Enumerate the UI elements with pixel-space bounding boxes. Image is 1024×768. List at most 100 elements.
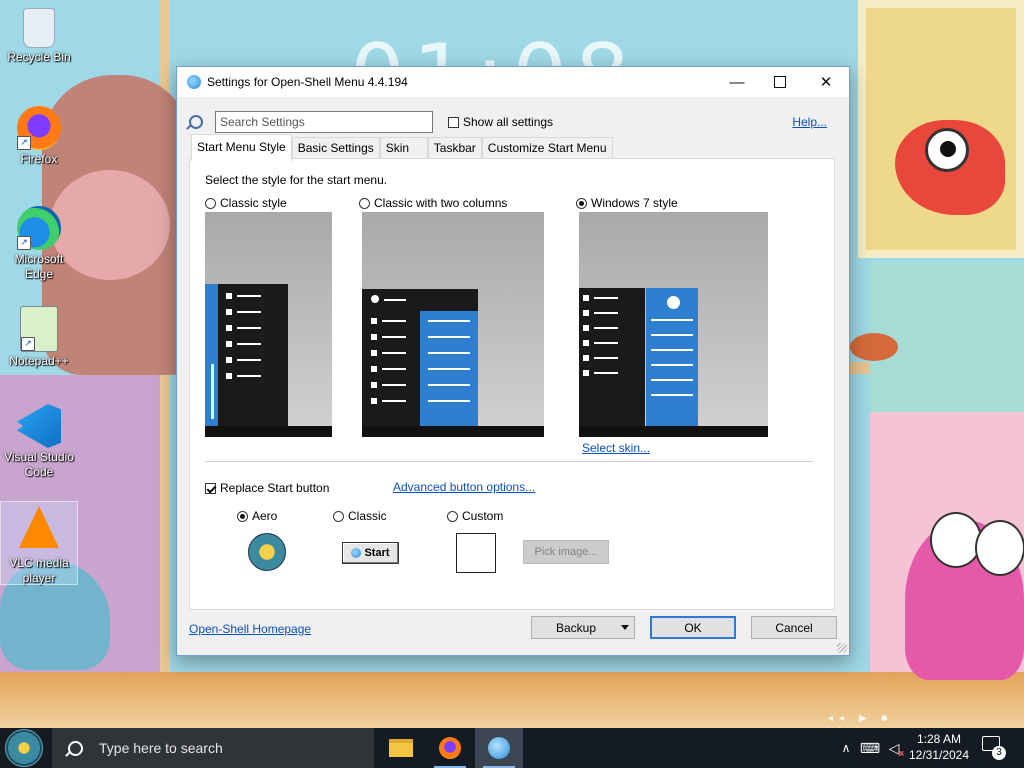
classic-radio[interactable] [333, 511, 344, 523]
preview-item-line [382, 368, 406, 370]
preview-item-line [594, 342, 618, 344]
clock-date: 12/31/2024 [908, 748, 970, 762]
recycle-bin-icon [23, 8, 55, 48]
style-option-label: Classic with two columns [374, 196, 508, 210]
preview-taskbar [579, 426, 768, 437]
desktop-icon-vscode[interactable]: Visual Studio Code [1, 404, 77, 480]
button-style-aero[interactable]: Aero [237, 509, 277, 523]
help-link[interactable]: Help... [792, 115, 827, 129]
close-button[interactable]: ✕ [803, 67, 849, 97]
search-icon [189, 115, 203, 129]
select-skin-link[interactable]: Select skin... [582, 441, 650, 455]
minimize-button[interactable]: — [714, 67, 760, 97]
start-button[interactable] [5, 729, 43, 767]
show-all-settings[interactable]: Show all settings [448, 115, 553, 129]
title-bar[interactable]: Settings for Open-Shell Menu 4.4.194 — ✕ [177, 67, 849, 97]
ok-button[interactable]: OK [650, 616, 736, 639]
aero-start-orb-preview [248, 533, 286, 571]
taskbar-app-open-shell[interactable] [475, 728, 523, 768]
preview-item-icon [226, 309, 232, 315]
shortcut-arrow-icon: ↗ [17, 136, 31, 150]
chevron-down-icon [621, 625, 629, 630]
taskbar-search-placeholder: Type here to search [99, 740, 223, 756]
preview-item-line [428, 352, 470, 354]
notification-count: 3 [992, 746, 1006, 760]
taskbar-app-firefox[interactable] [426, 728, 474, 768]
taskbar-clock[interactable]: 1:28 AM 12/31/2024 [900, 731, 978, 763]
taskbar-search[interactable]: Type here to search [52, 728, 374, 768]
classic-style-preview[interactable] [205, 212, 332, 437]
preview-item-line [382, 336, 406, 338]
preview-item-icon [226, 357, 232, 363]
search-input[interactable] [215, 111, 433, 133]
preview-item-line [428, 368, 470, 370]
preview-item-icon [371, 382, 377, 388]
wallpaper-monster-eye [975, 520, 1024, 576]
aero-radio[interactable] [237, 511, 248, 523]
preview-item-icon [226, 373, 232, 379]
open-shell-homepage-link[interactable]: Open-Shell Homepage [189, 622, 311, 636]
desktop-icon-label: Microsoft Edge [14, 252, 64, 281]
notification-center-button[interactable]: 3 [982, 736, 1006, 760]
windows7-radio[interactable] [576, 198, 587, 210]
tab-basic-settings[interactable]: Basic Settings [291, 137, 380, 159]
taskbar-app-explorer[interactable] [377, 728, 425, 768]
tab-strip: Start Menu Style Basic Settings Skin Tas… [191, 134, 613, 161]
desktop-icon-recycle-bin[interactable]: Recycle Bin [1, 8, 77, 65]
preview-item-line [237, 375, 261, 377]
style-prompt: Select the style for the start menu. [205, 173, 388, 187]
clock-time: 1:28 AM [916, 732, 962, 746]
open-shell-icon [488, 737, 510, 759]
maximize-button[interactable] [757, 67, 803, 97]
wallpaper-monster-eye [930, 512, 982, 568]
windows7-preview[interactable] [579, 212, 768, 437]
preview-menu-band [211, 364, 214, 419]
desktop-icon-edge[interactable]: ↗ Microsoft Edge [1, 206, 77, 282]
desktop-icon-notepad-plus-plus[interactable]: ↗ Notepad++ [1, 306, 77, 369]
replace-start-checkbox[interactable] [205, 483, 216, 495]
style-option-two-columns[interactable]: Classic with two columns [359, 196, 507, 210]
style-option-label: Windows 7 style [591, 196, 678, 210]
button-style-custom[interactable]: Custom [447, 509, 503, 523]
desktop-icon-label: Visual Studio Code [4, 450, 74, 479]
desktop-icon-label: VLC media player [9, 556, 69, 585]
speaker-muted-icon: ◁ [888, 739, 900, 756]
button-style-classic[interactable]: Classic [333, 509, 387, 523]
open-shell-icon [187, 75, 201, 89]
network-tray-button[interactable]: ⌨ [860, 728, 880, 768]
pick-image-button[interactable]: Pick image... [523, 540, 609, 564]
replace-start-button-option[interactable]: Replace Start button [205, 481, 329, 495]
preview-item-icon [371, 398, 377, 404]
tab-skin[interactable]: Skin [379, 137, 428, 159]
preview-item-icon [583, 355, 589, 361]
custom-radio[interactable] [447, 511, 458, 523]
tab-customize-start-menu[interactable]: Customize Start Menu [481, 137, 613, 159]
firefox-icon: ↗ [17, 106, 61, 150]
preview-item-icon [226, 293, 232, 299]
tab-start-menu-style[interactable]: Start Menu Style [191, 134, 292, 161]
show-hidden-icons-button[interactable]: ∧ [836, 728, 856, 768]
two-columns-preview[interactable] [362, 212, 544, 437]
backup-button[interactable]: Backup [531, 616, 635, 639]
preview-item-line [237, 311, 261, 313]
button-style-label: Aero [252, 509, 278, 523]
shortcut-arrow-icon: ↗ [17, 236, 31, 250]
preview-menu-body [218, 284, 288, 426]
desktop-icon-label: Notepad++ [9, 354, 69, 368]
desktop-icon-firefox[interactable]: ↗ Firefox [1, 106, 77, 167]
preview-item-line [382, 352, 406, 354]
style-option-classic[interactable]: Classic style [205, 196, 287, 210]
resize-grip[interactable] [837, 643, 847, 653]
style-option-windows7[interactable]: Windows 7 style [576, 196, 678, 210]
classic-style-radio[interactable] [205, 198, 216, 210]
preview-item-line [382, 320, 406, 322]
tab-panel: Select the style for the start menu. Cla… [189, 158, 835, 610]
preview-item-icon [226, 341, 232, 347]
two-columns-radio[interactable] [359, 198, 370, 210]
advanced-button-options-link[interactable]: Advanced button options... [393, 480, 535, 494]
cancel-button[interactable]: Cancel [751, 616, 837, 639]
tab-taskbar[interactable]: Taskbar [427, 137, 482, 159]
show-all-checkbox[interactable] [448, 117, 459, 129]
preview-item-line [428, 336, 470, 338]
desktop-icon-vlc[interactable]: VLC media player [0, 501, 78, 585]
